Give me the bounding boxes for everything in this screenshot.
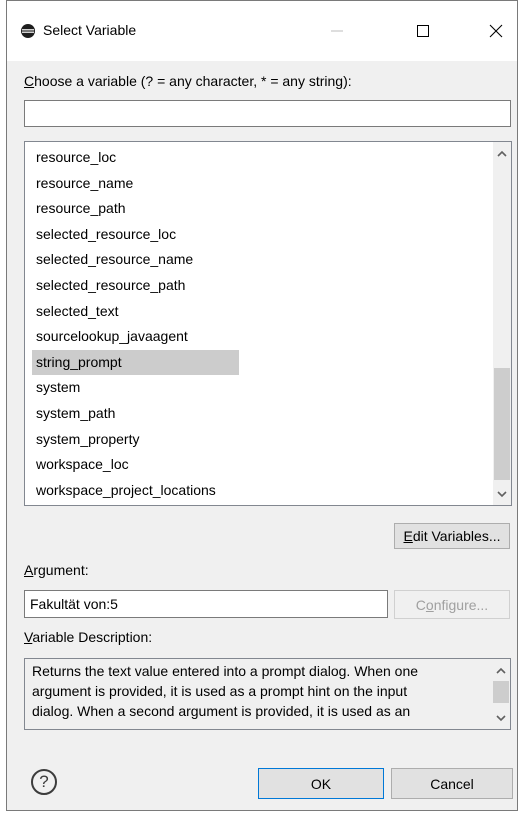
help-icon[interactable]: ? <box>31 769 57 795</box>
description-scrollbar[interactable] <box>492 659 510 729</box>
dialog-title: Select Variable <box>43 22 137 38</box>
description-line: dialog. When a second argument is provid… <box>32 703 411 719</box>
list-item[interactable]: resource_name <box>32 171 239 196</box>
scroll-down-button[interactable] <box>492 709 510 727</box>
list-item[interactable]: workspace_project_locations <box>32 478 239 503</box>
edit-variables-button[interactable]: Edit Variables... <box>394 523 510 549</box>
minimize-button[interactable] <box>314 9 360 53</box>
description-line: Returns the text value entered into a pr… <box>32 663 419 679</box>
scroll-up-button[interactable] <box>493 144 511 162</box>
minimize-icon <box>331 30 343 32</box>
description-line: argument is provided, it is used as a pr… <box>32 683 408 699</box>
list-item[interactable]: system <box>32 375 239 400</box>
chevron-up-icon <box>497 150 507 157</box>
argument-input[interactable] <box>24 590 388 618</box>
close-icon <box>489 24 503 38</box>
list-item[interactable]: sourcelookup_javaagent <box>32 324 239 349</box>
list-scrollbar[interactable] <box>493 142 511 505</box>
list-item[interactable]: resource_path <box>32 196 239 221</box>
cancel-button[interactable]: Cancel <box>391 768 513 799</box>
maximize-icon <box>417 25 429 37</box>
chevron-down-icon <box>496 714 506 721</box>
argument-label: Argument: <box>24 562 89 578</box>
configure-button[interactable]: Co nfigure... <box>394 590 510 619</box>
variable-list[interactable]: resource_loc resource_name resource_path… <box>24 141 512 506</box>
variable-description[interactable]: Returns the text value entered into a pr… <box>24 658 511 730</box>
list-item[interactable]: selected_resource_path <box>32 273 239 298</box>
list-item[interactable]: selected_resource_loc <box>32 222 239 247</box>
filter-label: Choose a variable (? = any character, * … <box>24 73 352 89</box>
list-item[interactable]: selected_text <box>32 299 239 324</box>
list-item[interactable]: workspace_loc <box>32 452 239 477</box>
eclipse-icon <box>21 24 35 38</box>
description-label: Variable Description: <box>24 629 153 645</box>
maximize-button[interactable] <box>400 9 446 53</box>
description-text: Returns the text value entered into a pr… <box>32 661 490 721</box>
ok-button[interactable]: OK <box>258 768 384 799</box>
chevron-up-icon <box>496 667 506 674</box>
scroll-up-button[interactable] <box>492 661 510 679</box>
scrollbar-thumb[interactable] <box>493 681 509 703</box>
list-item[interactable]: system_property <box>32 427 239 452</box>
list-item[interactable]: system_path <box>32 401 239 426</box>
chevron-down-icon <box>497 490 507 497</box>
list-item[interactable]: resource_loc <box>32 145 239 170</box>
select-variable-dialog: Select Variable Choose a variable (? = a… <box>6 0 518 811</box>
scroll-down-button[interactable] <box>493 485 511 503</box>
scrollbar-thumb[interactable] <box>494 368 510 480</box>
close-button[interactable] <box>473 9 519 53</box>
filter-input[interactable] <box>24 100 511 127</box>
list-item-selected[interactable]: string_prompt <box>32 350 239 375</box>
list-item[interactable]: selected_resource_name <box>32 247 239 272</box>
title-bar[interactable]: Select Variable <box>7 1 517 61</box>
